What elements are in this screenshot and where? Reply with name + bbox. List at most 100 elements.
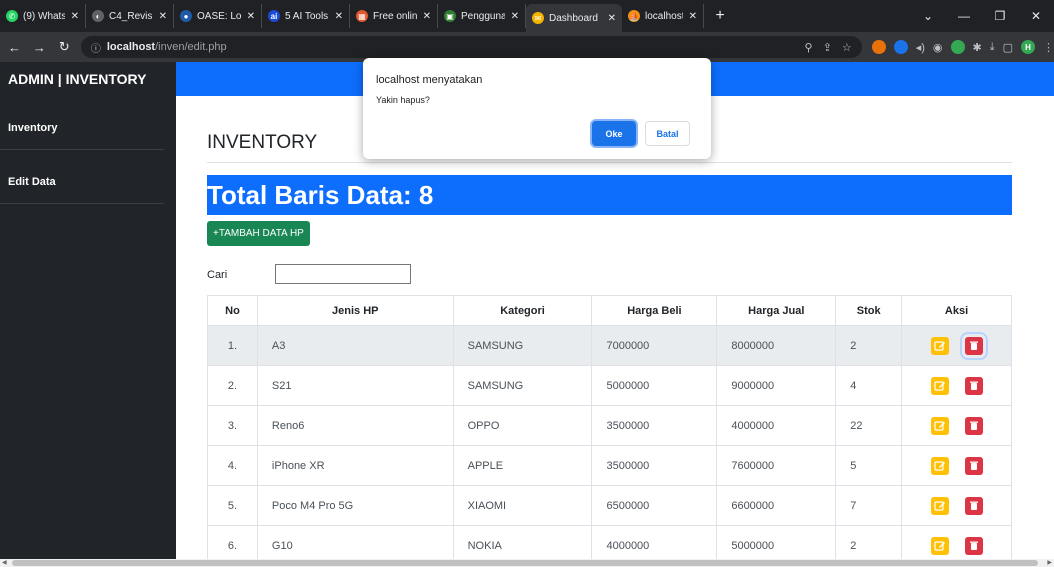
delete-icon[interactable] — [959, 331, 988, 360]
sidebar-item-edit-data[interactable]: Edit Data — [0, 150, 164, 204]
ok-button[interactable]: Oke — [592, 121, 636, 146]
table-row: 3. Reno6 OPPO 3500000 4000000 22 — [207, 405, 1012, 446]
edit-icon[interactable] — [930, 496, 949, 515]
sidebar: Inventory Edit Data — [0, 96, 176, 567]
side-panel-icon[interactable]: ▢ — [1003, 41, 1013, 54]
site-info-icon[interactable]: ⓘ — [91, 40, 101, 55]
menu-kebab-icon[interactable]: ⋮ — [1043, 41, 1054, 54]
dialog-title: localhost menyatakan — [376, 74, 483, 86]
add-phone-button[interactable]: +TAMBAH DATA HP — [207, 221, 310, 246]
zoom-icon[interactable]: ⚲ — [805, 41, 813, 54]
confirm-dialog: localhost menyatakan Yakin hapus? Oke Ba… — [363, 58, 711, 159]
cell-jenis: S21 — [256, 365, 454, 406]
tab-favicon-icon: ✆ — [6, 10, 18, 22]
cell-jual: 6600000 — [716, 485, 837, 526]
edit-icon[interactable] — [930, 416, 949, 435]
edit-icon[interactable] — [930, 336, 949, 355]
close-tab-icon[interactable]: ✕ — [689, 11, 697, 22]
reload-icon[interactable]: ↻ — [54, 39, 75, 55]
brand-title[interactable]: ADMIN | INVENTORY — [0, 62, 176, 96]
search-label: Cari — [207, 269, 228, 281]
column-header: Harga Jual — [716, 295, 837, 326]
edit-icon[interactable] — [930, 536, 949, 555]
scroll-left-icon[interactable]: ◀ — [2, 559, 7, 566]
cell-actions — [901, 485, 1012, 526]
tab-title: localhost / 12 — [645, 10, 683, 22]
minimize-icon[interactable]: — — [946, 9, 982, 23]
browser-tab[interactable]: ✆ (9) WhatsApp ✕ — [0, 4, 86, 28]
column-header: Kategori — [452, 295, 593, 326]
close-tab-icon[interactable]: ✕ — [335, 11, 343, 22]
new-tab-button[interactable]: + — [710, 7, 730, 25]
browser-tab[interactable]: ✉ Dashboard ✕ — [526, 4, 622, 32]
search-input[interactable] — [275, 264, 411, 284]
extension-icon[interactable] — [950, 40, 965, 54]
delete-icon[interactable] — [964, 536, 983, 555]
table-row: 5. Poco M4 Pro 5G XIAOMI 6500000 6600000 7 — [207, 485, 1012, 526]
sidebar-item-inventory[interactable]: Inventory — [0, 96, 164, 150]
puzzle-extensions-icon[interactable]: ✱ — [973, 41, 982, 54]
cell-kategori: XIAOMI — [452, 485, 593, 526]
camera-icon[interactable]: ◉ — [933, 41, 943, 54]
edit-icon[interactable] — [930, 456, 949, 475]
tab-favicon-icon: ai — [268, 10, 280, 22]
tab-favicon-icon: ⛵ — [628, 10, 640, 22]
horizontal-scrollbar[interactable]: ◀ ▶ — [0, 559, 1054, 567]
close-tab-icon[interactable]: ✕ — [159, 11, 167, 22]
address-bar[interactable]: ⓘ localhost/inven/edit.php ⚲ ⇪ ☆ — [80, 36, 862, 58]
audio-icon[interactable]: ◂) — [916, 41, 925, 54]
cell-beli: 5000000 — [591, 365, 718, 406]
tab-favicon-icon: ▦ — [356, 10, 368, 22]
cell-beli: 7000000 — [591, 325, 718, 366]
cell-no: 2. — [207, 365, 258, 406]
cell-no: 4. — [207, 445, 258, 486]
delete-icon[interactable] — [964, 496, 983, 515]
browser-tab[interactable]: ▣ Penggunaan ✕ — [438, 4, 526, 28]
tab-title: (9) WhatsApp — [23, 10, 65, 22]
close-tab-icon[interactable]: ✕ — [247, 11, 255, 22]
bookmark-star-icon[interactable]: ☆ — [842, 41, 852, 54]
share-icon[interactable]: ⇪ — [823, 41, 832, 54]
tab-search-icon[interactable]: ⌄ — [910, 9, 946, 23]
cell-jual: 7600000 — [716, 445, 837, 486]
cell-no: 5. — [207, 485, 258, 526]
scroll-right-icon[interactable]: ▶ — [1047, 559, 1052, 566]
extension-icon[interactable] — [893, 40, 908, 54]
download-icon[interactable]: ⤓ — [990, 41, 995, 54]
tab-favicon-icon: ◐ — [92, 10, 104, 22]
cell-jenis: iPhone XR — [256, 445, 454, 486]
delete-icon[interactable] — [964, 456, 983, 475]
close-tab-icon[interactable]: ✕ — [423, 11, 431, 22]
profile-avatar[interactable]: H — [1021, 40, 1035, 54]
forward-icon[interactable]: → — [29, 40, 50, 55]
scrollbar-thumb[interactable] — [12, 560, 1038, 566]
back-icon[interactable]: ← — [4, 40, 25, 55]
restore-icon[interactable]: ❐ — [982, 9, 1018, 23]
tab-favicon-icon: ✉ — [532, 12, 544, 24]
close-tab-icon[interactable]: ✕ — [71, 11, 79, 22]
browser-tab[interactable]: ▦ Free online C ✕ — [350, 4, 438, 28]
delete-icon[interactable] — [964, 376, 983, 395]
tab-favicon-icon: ● — [180, 10, 192, 22]
close-tab-icon[interactable]: ✕ — [511, 11, 519, 22]
dialog-message: Yakin hapus? — [376, 95, 430, 105]
cell-actions — [901, 365, 1012, 406]
cell-jual: 4000000 — [716, 405, 837, 446]
cell-stok: 7 — [835, 485, 903, 526]
tab-title: C4_Revisi Fina — [109, 10, 153, 22]
cell-jenis: A3 — [256, 325, 454, 366]
page-title: INVENTORY — [207, 132, 318, 153]
extension-icon[interactable] — [871, 40, 886, 54]
browser-tab[interactable]: ◐ C4_Revisi Fina ✕ — [86, 4, 174, 28]
close-tab-icon[interactable]: ✕ — [608, 13, 616, 24]
column-header: Stok — [835, 295, 903, 326]
browser-tab[interactable]: ai 5 AI Tools For ✕ — [262, 4, 350, 28]
browser-tab-strip: ✆ (9) WhatsApp ✕ ◐ C4_Revisi Fina ✕ ● OASE: Log… — [0, 0, 1054, 32]
cancel-button[interactable]: Batal — [645, 121, 690, 146]
browser-tab[interactable]: ● OASE: Log in ✕ — [174, 4, 262, 28]
delete-icon[interactable] — [964, 416, 983, 435]
edit-icon[interactable] — [930, 376, 949, 395]
browser-tab[interactable]: ⛵ localhost / 12 ✕ — [622, 4, 704, 28]
cell-no: 3. — [207, 405, 258, 446]
close-window-icon[interactable]: ✕ — [1018, 9, 1054, 23]
